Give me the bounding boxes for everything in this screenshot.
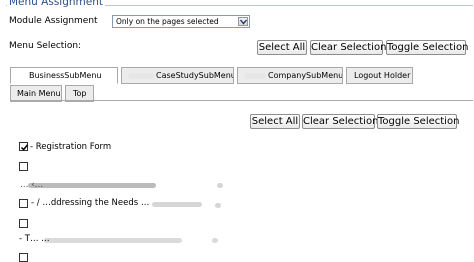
module-assignment-select[interactable]: Only on the pages selected [112, 15, 250, 28]
redacted-mark [152, 202, 202, 207]
panel-toggle-selection-button[interactable]: Toggle Selection [377, 114, 459, 129]
tab-company-submenu[interactable]: CompanySubMenu [237, 67, 343, 84]
tab-case-study-submenu[interactable]: CaseStudySubMenu [121, 67, 234, 84]
clear-selection-button[interactable]: Clear Selection [310, 40, 386, 55]
chevron-down-icon[interactable] [238, 17, 248, 26]
select-all-button[interactable]: Select All [257, 40, 307, 55]
item-checkbox[interactable] [19, 199, 28, 208]
item-checkbox[interactable] [19, 142, 29, 151]
redacted-mark [215, 203, 221, 208]
menu-selection-label: Menu Selection: [9, 41, 82, 51]
panel-select-all-button[interactable]: Select All [250, 114, 300, 129]
tab-label: CompanySubMenu [268, 71, 343, 80]
checkmark-icon [20, 144, 29, 151]
tab-label: Logout Holder [354, 71, 411, 80]
panel-clear-selection-button[interactable]: Clear Selection [302, 114, 378, 129]
item-checkbox[interactable] [19, 162, 28, 171]
redacted-mark [128, 72, 154, 79]
list-item-label: - Registration Form [30, 142, 112, 152]
section-title: Menu Assignment [7, 0, 105, 8]
tab-label: Top [73, 89, 87, 98]
tab-label: CaseStudySubMenu [156, 71, 234, 80]
redacted-mark [28, 183, 156, 188]
redacted-mark [217, 183, 223, 188]
list-item-label: - / …ddressing the Needs … [31, 198, 150, 208]
tab-business-submenu[interactable]: BusinessSubMenu [10, 67, 118, 84]
tab-logout-holder[interactable]: Logout Holder [346, 67, 413, 84]
module-assignment-label: Module Assignment [9, 16, 98, 26]
item-checkbox[interactable] [19, 219, 28, 228]
tab-panel-border [10, 100, 473, 101]
redacted-mark [44, 238, 182, 243]
tab-label: Main Menu [17, 89, 61, 98]
redacted-mark [244, 72, 266, 79]
tab-label: BusinessSubMenu [29, 71, 102, 80]
toggle-selection-button[interactable]: Toggle Selection [386, 40, 468, 55]
redacted-mark [212, 238, 218, 243]
module-assignment-value: Only on the pages selected [116, 17, 219, 26]
